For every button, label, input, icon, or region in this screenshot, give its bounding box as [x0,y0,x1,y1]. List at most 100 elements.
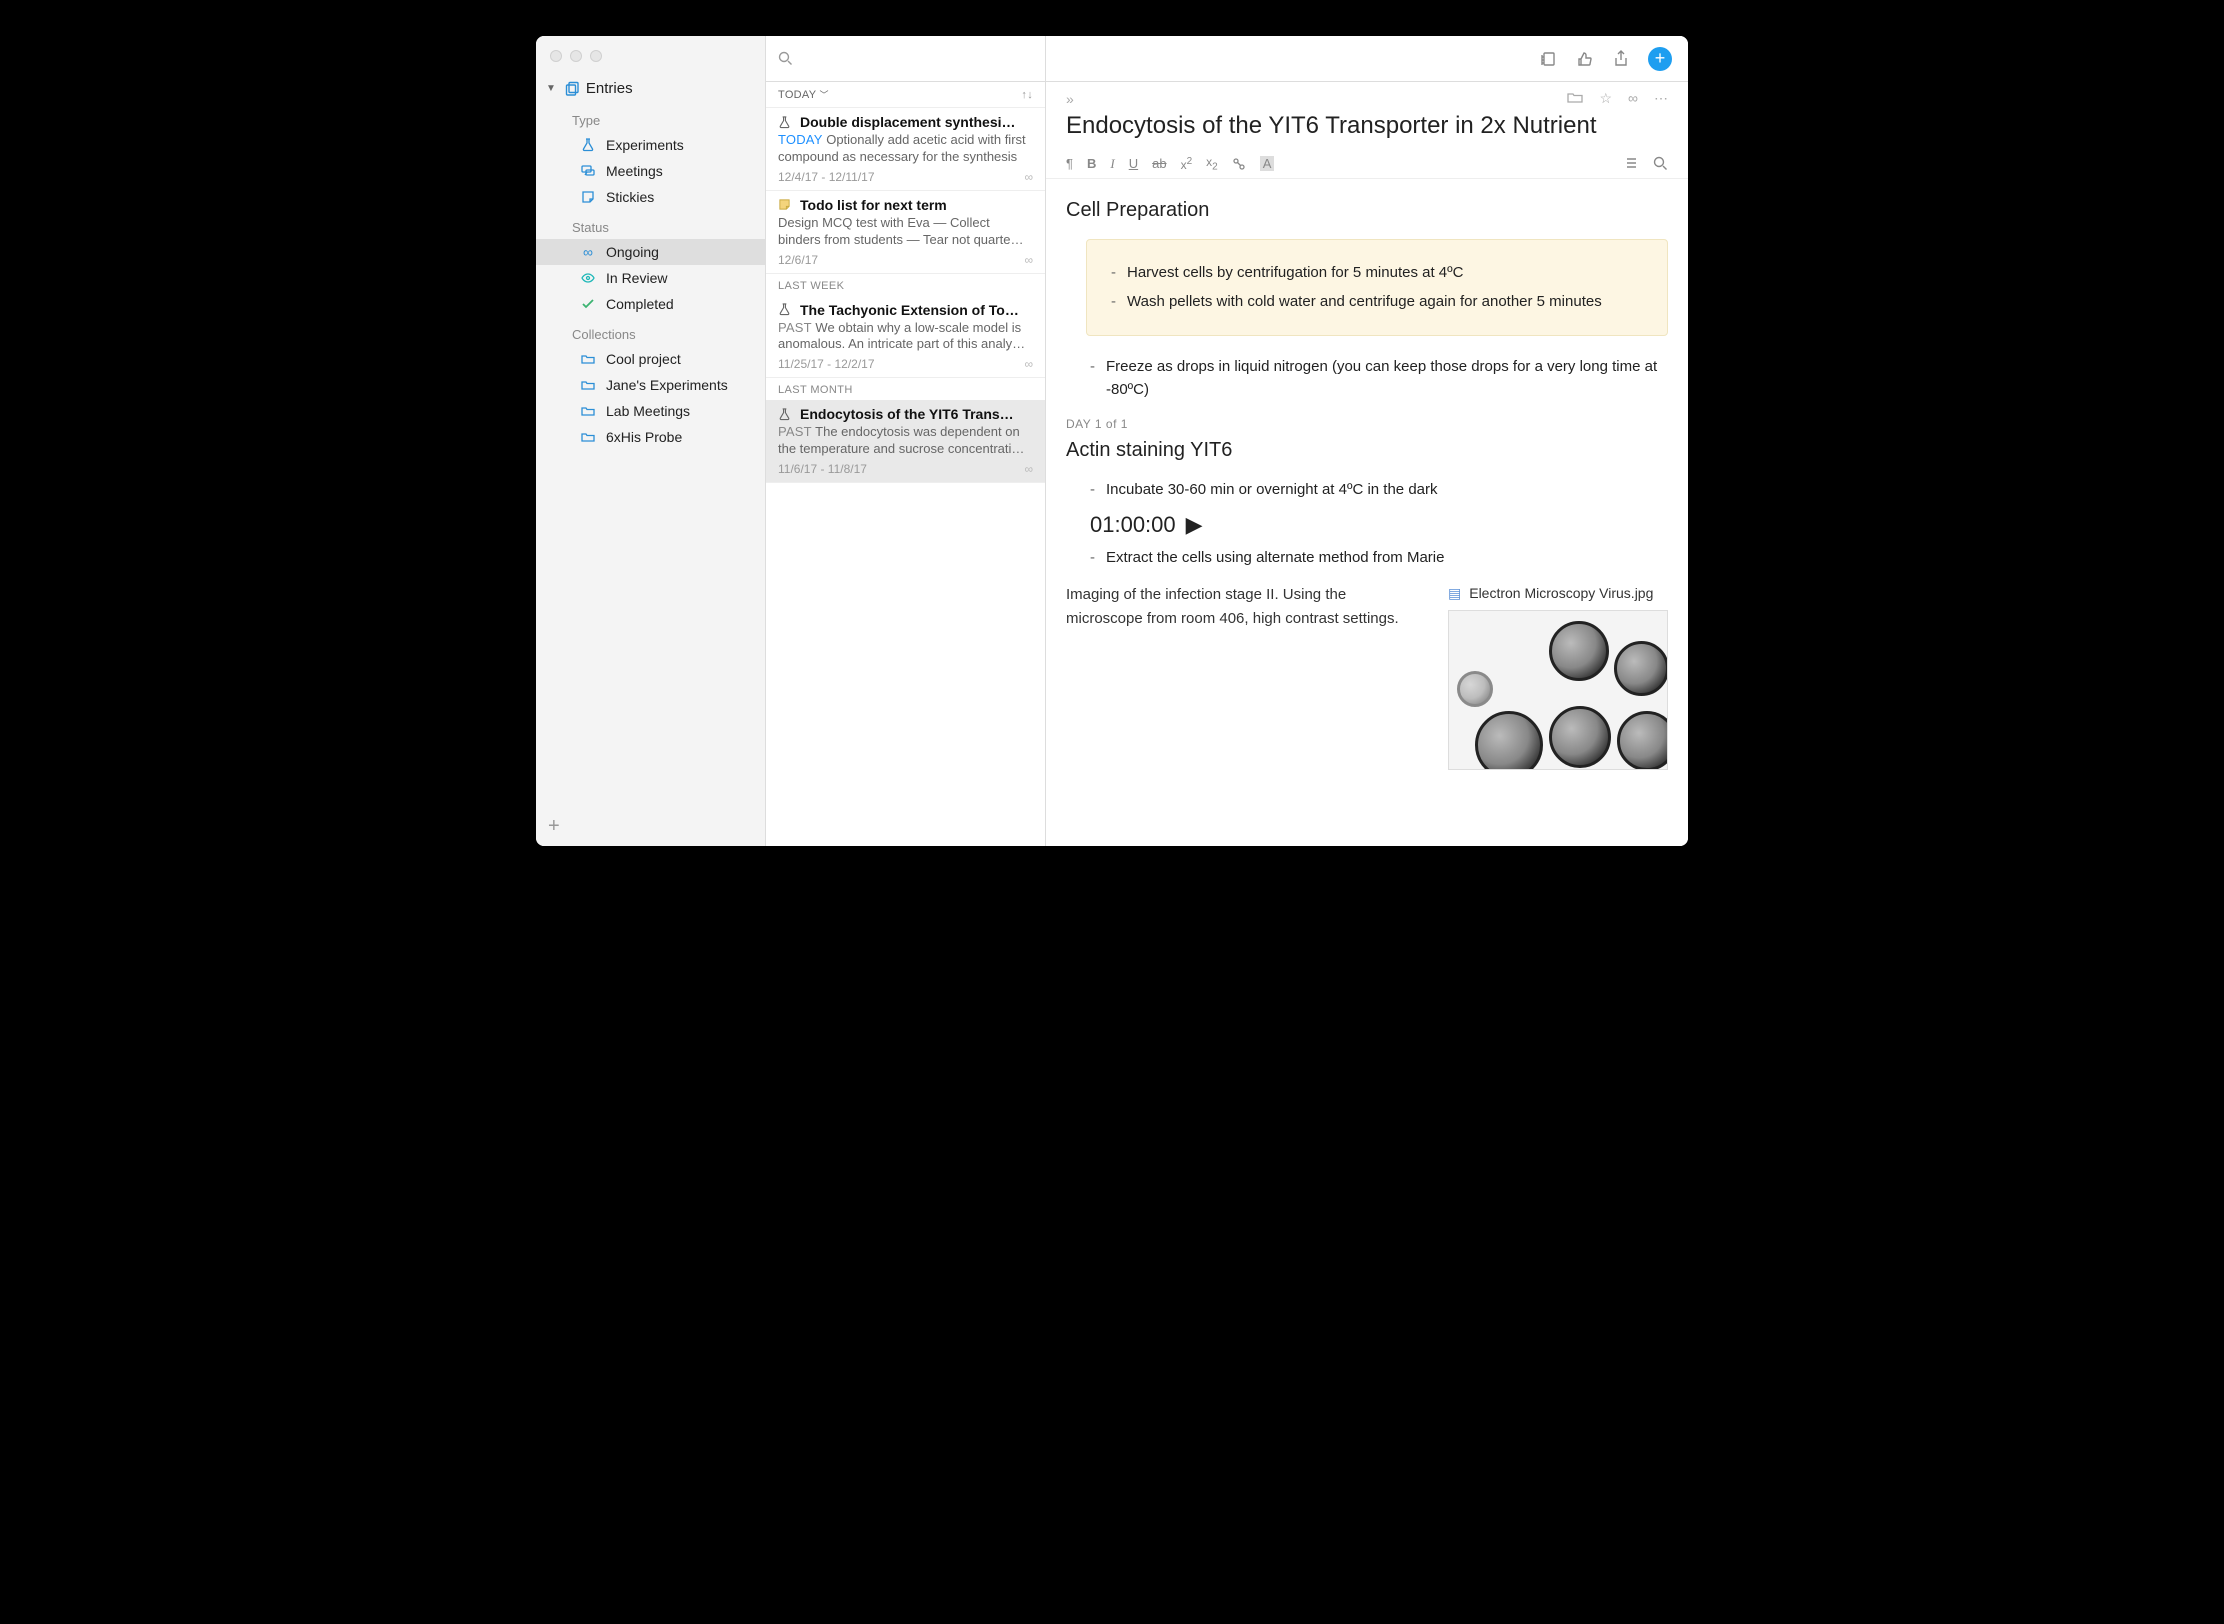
entry-date: 12/6/17 [778,253,818,267]
find-button[interactable] [1653,156,1668,171]
folder-icon [580,378,596,392]
breadcrumb-expand-icon[interactable]: » [1066,91,1074,107]
outline-button[interactable] [1624,156,1639,171]
chat-icon [580,164,596,178]
check-icon [580,297,596,311]
traffic-close[interactable] [550,50,562,62]
entry-title: Todo list for next term [800,197,947,213]
sort-mode-dropdown[interactable]: TODAY ﹀ [778,88,829,101]
entry-list-item[interactable]: Todo list for next termDesign MCQ test w… [766,191,1045,274]
sidebar-section-collections-label: Collections [536,317,765,346]
sidebar-item-cool-project[interactable]: Cool project [536,346,765,372]
folder-icon[interactable] [1567,90,1583,107]
flask-icon [778,116,792,129]
note-meta-bar: » ☆ ∞ ⋯ [1046,82,1688,111]
sidebar-item-label: Lab Meetings [606,403,690,419]
superscript-button[interactable]: x2 [1181,156,1193,172]
timer-value: 01:00:00 [1090,508,1176,541]
attachment-block[interactable]: ▤ Electron Microscopy Virus.jpg [1448,583,1668,770]
thumbs-up-icon[interactable] [1576,50,1594,68]
sidebar-item-completed[interactable]: Completed [536,291,765,317]
sidebar-item-meetings[interactable]: Meetings [536,158,765,184]
bold-button[interactable]: B [1087,156,1096,171]
sidebar-section-status-label: Status [536,210,765,239]
flask-icon [580,138,596,152]
sidebar-item-in-review[interactable]: In Review [536,265,765,291]
entry-list-item[interactable]: Endocytosis of the YIT6 Trans…PAST The e… [766,400,1045,483]
sidebar-add-button[interactable]: + [536,807,765,846]
callout-block: Harvest cells by centrifugation for 5 mi… [1086,239,1668,336]
play-icon[interactable]: ▶ [1186,508,1203,541]
new-entry-button[interactable]: + [1648,47,1672,71]
sidebar-item-lab-meetings[interactable]: Lab Meetings [536,398,765,424]
sidebar-item-label: In Review [606,270,667,286]
entry-date: 12/4/17 - 12/11/17 [778,170,875,184]
sidebar-item-janes-experiments[interactable]: Jane's Experiments [536,372,765,398]
list-item: Extract the cells using alternate method… [1086,547,1668,570]
paragraph-style-button[interactable]: ¶ [1066,156,1073,171]
sidebar-item-experiments[interactable]: Experiments [536,132,765,158]
flask-icon [778,303,792,316]
entry-title: Endocytosis of the YIT6 Trans… [800,406,1014,422]
note-title[interactable]: Endocytosis of the YIT6 Transporter in 2… [1046,111,1688,149]
list-item: Freeze as drops in liquid nitrogen (you … [1086,356,1668,401]
folder-icon [580,352,596,366]
sidebar-root-entries[interactable]: ▼ Entries [536,72,765,103]
list-group-label: LAST WEEK [766,274,1045,296]
imaging-text: Imaging of the infection stage II. Using… [1066,583,1424,631]
sidebar-root-label: Entries [586,80,633,97]
infinity-icon[interactable]: ∞ [1628,90,1638,107]
sidebar-item-label: 6xHis Probe [606,429,682,445]
share-icon[interactable] [1612,50,1630,68]
more-icon[interactable]: ⋯ [1654,90,1668,107]
sort-direction-toggle[interactable]: ↑↓ [1021,89,1033,101]
underline-button[interactable]: U [1129,156,1138,171]
traffic-zoom[interactable] [590,50,602,62]
day-tag: DAY 1 of 1 [1066,415,1668,433]
sidebar-item-ongoing[interactable]: ∞ Ongoing [536,239,765,265]
italic-button[interactable]: I [1110,156,1114,172]
entry-list-item[interactable]: Double displacement synthesi…TODAY Optio… [766,108,1045,191]
entry-title: The Tachyonic Extension of To… [800,302,1019,318]
content-toolbar: + [1046,36,1688,82]
disclosure-triangle-icon[interactable]: ▼ [546,83,556,94]
subscript-button[interactable]: x2 [1206,155,1218,172]
entry-list: Double displacement synthesi…TODAY Optio… [766,108,1045,483]
list-group-label: LAST MONTH [766,378,1045,400]
app-window: ▼ Entries Type Experiments Meetings Stic… [536,36,1688,846]
sidebar-item-label: Cool project [606,351,681,367]
sidebar-item-6xhis-probe[interactable]: 6xHis Probe [536,424,765,450]
search-input[interactable] [799,51,1033,67]
callout-item: Wash pellets with cold water and centrif… [1107,291,1647,314]
folder-icon [580,430,596,444]
infinity-icon: ∞ [1024,462,1033,476]
sidebar-item-stickies[interactable]: Stickies [536,184,765,210]
strikethrough-button[interactable]: ab [1152,156,1166,171]
section-heading: Actin staining YIT6 [1066,435,1668,465]
sidebar-item-label: Meetings [606,163,663,179]
sidebar-item-label: Jane's Experiments [606,377,728,393]
infinity-icon: ∞ [580,244,596,260]
traffic-minimize[interactable] [570,50,582,62]
note-body[interactable]: Cell Preparation Harvest cells by centri… [1046,179,1688,790]
library-icon[interactable] [1540,50,1558,68]
link-button[interactable] [1232,157,1246,171]
highlight-button[interactable]: A [1260,156,1275,171]
sidebar-item-label: Completed [606,296,674,312]
infinity-icon: ∞ [1024,170,1033,184]
timer[interactable]: 01:00:00 ▶ [1090,508,1668,541]
entry-list-item[interactable]: The Tachyonic Extension of To…PAST We ob… [766,296,1045,379]
attachment-filename: Electron Microscopy Virus.jpg [1469,583,1653,604]
entry-list-pane: TODAY ﹀ ↑↓ Double displacement synthesi…… [766,36,1046,846]
callout-item: Harvest cells by centrifugation for 5 mi… [1107,262,1647,285]
entry-date: 11/6/17 - 11/8/17 [778,462,867,476]
infinity-icon: ∞ [1024,357,1033,371]
section-heading: Cell Preparation [1066,195,1668,225]
sticky-icon [580,190,596,204]
sidebar-section-type-label: Type [536,103,765,132]
flask-icon [778,408,792,421]
star-icon[interactable]: ☆ [1599,90,1612,107]
sidebar: ▼ Entries Type Experiments Meetings Stic… [536,36,766,846]
search-icon [778,51,793,66]
list-sort-header: TODAY ﹀ ↑↓ [766,82,1045,108]
